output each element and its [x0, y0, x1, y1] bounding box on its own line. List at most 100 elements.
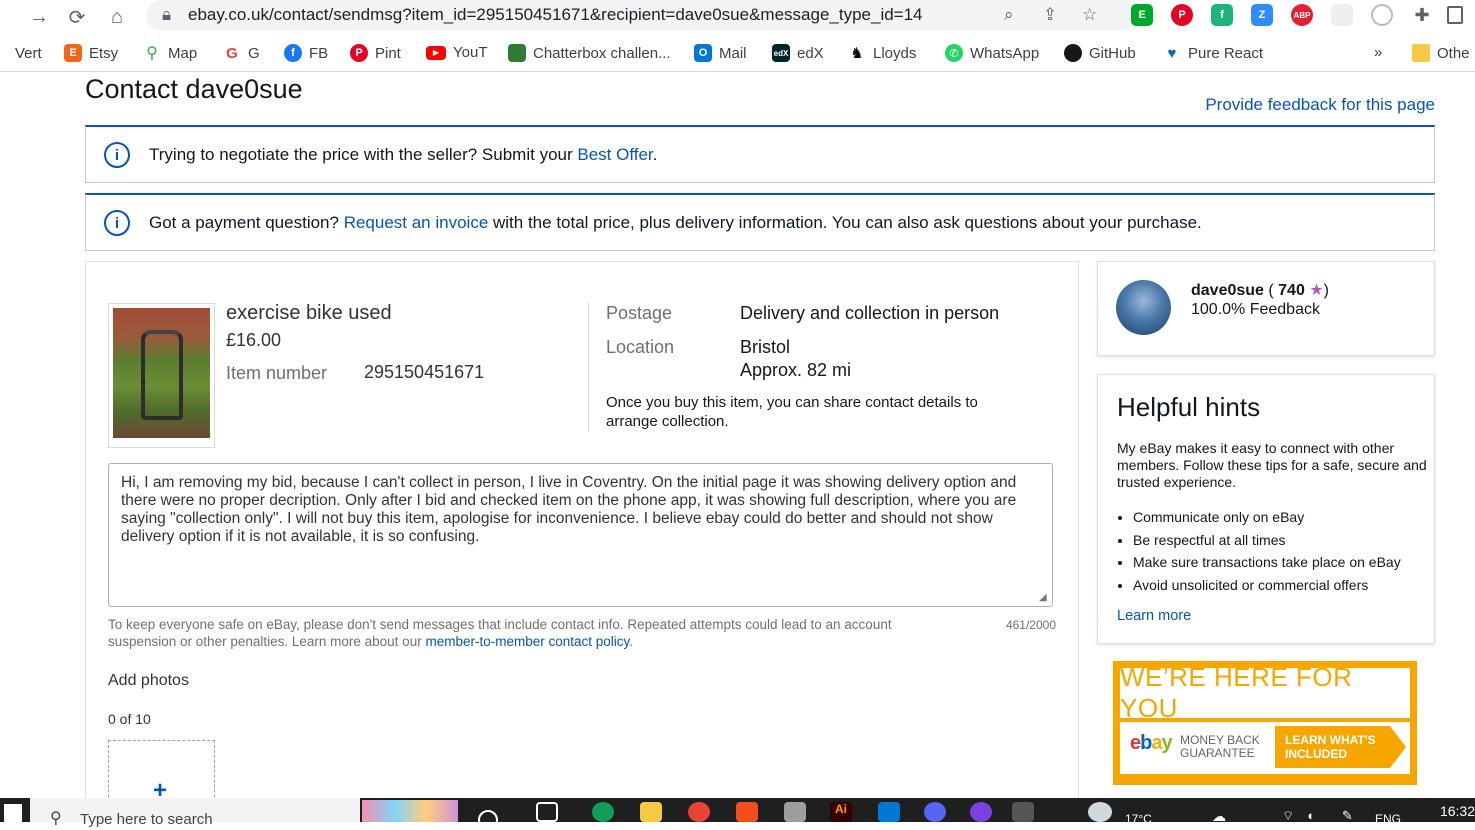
lock-icon[interactable]: 🔒︎ [162, 5, 171, 25]
bookmark-youtube[interactable]: ▶ YouT [426, 44, 487, 61]
puzzle-extensions-icon[interactable]: ✚ [1411, 4, 1433, 26]
character-counter: 461/2000 [1005, 618, 1056, 632]
extension-grid-icon[interactable] [1331, 4, 1353, 26]
zoom-extension-icon[interactable]: Z [1251, 4, 1273, 26]
bookmark-github[interactable]: GitHub [1064, 44, 1136, 62]
search-icon: ⚲ [50, 810, 62, 827]
lloyds-horse-icon: ♞ [850, 45, 864, 62]
bookmark-label: YouT [453, 44, 488, 61]
info-icon: i [104, 210, 130, 236]
banner-text: Got a payment question? Request an invoi… [149, 213, 1202, 233]
weather-cloud-icon[interactable] [1088, 802, 1112, 822]
active-app-icon[interactable] [1012, 802, 1034, 822]
seller-name[interactable]: dave0sue [1191, 282, 1264, 299]
resize-handle-icon[interactable]: ◢ [1039, 593, 1049, 603]
message-text[interactable]: Hi, I am removing my bid, because I can'… [121, 474, 1016, 545]
bookmark-other-folder[interactable]: Othe [1412, 44, 1470, 62]
bookmarks-overflow-button[interactable]: » [1374, 44, 1382, 61]
feedback-percent: 100.0% Feedback [1191, 301, 1320, 318]
browser-toolbar: → ⟳ ⌂ 🔒︎ ebay.co.uk/contact/sendmsg?item… [0, 0, 1475, 36]
seller-info: dave0sue ( 740 ★) [1191, 280, 1329, 300]
provide-feedback-link[interactable]: Provide feedback for this page [1205, 95, 1435, 115]
bookmark-edx[interactable]: edX edX [772, 44, 824, 62]
heart-icon: ♥ [1167, 44, 1177, 62]
share-icon[interactable]: ⇪ [1043, 5, 1057, 25]
file-explorer-icon[interactable] [640, 802, 662, 822]
sidepanel-icon[interactable] [1447, 6, 1463, 24]
bookmark-label: WhatsApp [970, 44, 1040, 62]
zoom-icon[interactable]: ⌕ [1004, 5, 1014, 25]
banner-text-after: . [652, 145, 658, 164]
bookmark-label: Etsy [89, 44, 119, 62]
discord-icon[interactable] [924, 802, 946, 822]
item-thumbnail[interactable] [108, 303, 215, 448]
learn-whats-included-button[interactable]: LEARN WHAT'S INCLUDED [1275, 726, 1390, 768]
extension-circle-icon[interactable] [1371, 4, 1393, 26]
list-item: Communicate only on eBay [1133, 506, 1433, 529]
github-icon [1064, 44, 1082, 62]
evernote-extension-icon[interactable]: E [1131, 4, 1153, 26]
bookmark-pinterest[interactable]: P Pint [350, 44, 401, 62]
bookmark-vert[interactable]: Vert [0, 44, 42, 62]
info-icon: i [104, 142, 130, 168]
bookmark-pure-react[interactable]: ♥ Pure React [1163, 44, 1264, 62]
pinterest-extension-icon[interactable]: P [1171, 4, 1193, 26]
feedback-score[interactable]: 740 [1278, 282, 1305, 299]
search-placeholder: Type here to search [80, 811, 213, 828]
etsy-icon: E [64, 44, 82, 62]
postage-label: Postage [606, 303, 673, 323]
request-invoice-link[interactable]: Request an invoice [344, 213, 489, 232]
safety-notice: To keep everyone safe on eBay, please do… [108, 616, 938, 650]
onedrive-icon[interactable]: ☁ [1212, 808, 1226, 825]
bookmark-star-icon[interactable]: ☆ [1082, 5, 1097, 25]
banner-text-after: with the total price, plus delivery info… [488, 213, 1202, 232]
adblock-extension-icon[interactable]: ABP [1291, 4, 1313, 26]
address-bar[interactable]: 🔒︎ ebay.co.uk/contact/sendmsg?item_id=29… [146, 0, 1138, 30]
bookmark-whatsapp[interactable]: ✆ WhatsApp [945, 44, 1039, 62]
feedly-extension-icon[interactable]: f [1211, 4, 1233, 26]
message-textarea[interactable]: Hi, I am removing my bid, because I can'… [108, 463, 1053, 607]
folder-icon [1412, 44, 1430, 62]
bookmark-label: edX [797, 44, 824, 62]
item-title[interactable]: exercise bike used [226, 302, 392, 325]
widgets-icon[interactable] [536, 802, 558, 822]
message-form-card: exercise bike used £16.00 Item number 29… [85, 261, 1079, 822]
url-text[interactable]: ebay.co.uk/contact/sendmsg?item_id=29515… [188, 5, 923, 25]
chrome-icon[interactable] [688, 802, 710, 822]
taskbar-clock[interactable]: 16:32 [1440, 803, 1475, 819]
pinterest-icon: P [350, 44, 368, 62]
calculator-icon[interactable] [784, 802, 806, 822]
avatar[interactable] [1116, 280, 1171, 335]
task-view-icon[interactable] [478, 810, 498, 830]
taskbar: ⚲ Type here to search Ai 17°C ☁ ⌔ ◖ ✎ EN… [0, 798, 1475, 830]
list-item: Be respectful at all times [1133, 529, 1433, 552]
bookmark-google[interactable]: GG [223, 44, 260, 62]
bookmark-chatterbox[interactable]: Chatterbox challen... [508, 44, 671, 62]
contact-policy-link[interactable]: member-to-member contact policy [425, 634, 629, 649]
helpful-hints-card: Helpful hints My eBay makes it easy to c… [1097, 374, 1435, 644]
taskbar-search-input[interactable]: ⚲ Type here to search [30, 798, 458, 828]
home-icon[interactable]: ⌂ [104, 4, 130, 30]
best-offer-link[interactable]: Best Offer [577, 145, 652, 164]
windows-start-icon[interactable] [4, 804, 22, 822]
facebook-icon: f [284, 44, 302, 62]
learn-more-link[interactable]: Learn more [1117, 608, 1191, 624]
app-icon[interactable] [970, 802, 992, 822]
bookmark-mail[interactable]: O Mail [694, 44, 747, 62]
illustrator-icon[interactable]: Ai [830, 802, 852, 822]
reload-icon[interactable]: ⟳ [64, 4, 90, 30]
mbg-cta-line: LEARN WHAT'S [1285, 733, 1376, 747]
money-back-guarantee-banner[interactable]: WE’RE HERE FOR YOU ebay MONEY BACK GUARAN… [1113, 661, 1417, 785]
edge-icon[interactable] [592, 802, 614, 822]
figma-icon[interactable] [736, 802, 758, 822]
vscode-icon[interactable] [878, 802, 900, 822]
bookmark-etsy[interactable]: E Etsy [64, 44, 118, 62]
bookmark-lloyds[interactable]: ♞ Lloyds [848, 44, 916, 63]
bookmark-fb[interactable]: f FB [284, 44, 328, 62]
bookmark-label: Pint [375, 44, 401, 62]
language-indicator[interactable]: ENG [1375, 812, 1401, 826]
volume-icon[interactable]: ◖ [1306, 808, 1314, 823]
forward-icon[interactable]: → [26, 4, 52, 30]
page-title: Contact dave0sue [85, 74, 303, 104]
bookmark-map[interactable]: ⚲ Map [143, 44, 197, 63]
